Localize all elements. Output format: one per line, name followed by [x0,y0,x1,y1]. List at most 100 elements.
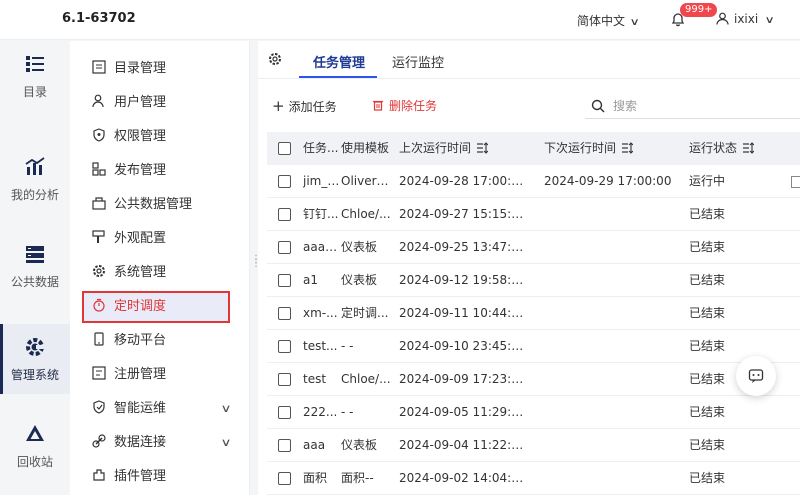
sort-icon[interactable] [742,142,755,154]
row-checkbox[interactable] [278,406,291,419]
top-bar: 6.1-63702 简体中文 ∨ 999+ ixixi ∨ [0,0,800,40]
cell-name: 222... [303,405,338,419]
menu-item-publish-management[interactable]: 发布管理 [82,155,230,187]
sort-icon[interactable] [621,142,634,154]
paint-icon [92,230,105,243]
select-all-checkbox[interactable] [278,142,291,155]
rail-label: 公共数据 [10,275,59,289]
row-checkbox[interactable] [278,208,291,221]
settings-gear-icon[interactable] [268,52,282,66]
register-icon [92,366,106,380]
menu-item-plugin-management[interactable]: 插件管理 [82,461,230,493]
active-tab-indicator [299,76,377,78]
cell-last-run: 2024-09-28 17:00:00 [399,174,524,188]
plus-icon: + [272,97,285,115]
table-row[interactable]: test Chloe/... 2024-09-09 17:23:15 已结束 [267,363,800,396]
cell-name: a1 [303,273,318,287]
database-icon [26,246,44,263]
cell-last-run: 2024-09-10 23:45:24 [399,339,524,353]
header-status[interactable]: 运行状态 [689,132,769,165]
row-checkbox[interactable] [278,274,291,287]
search-input[interactable] [613,97,793,115]
menu-item-intelligent-ops[interactable]: 智能运维 ∨ [82,393,232,425]
rail-item-recycle-bin[interactable]: 回收站 [0,411,70,481]
user-icon [716,12,729,25]
table-row[interactable]: 222... - - 2024-09-05 11:29:34 已结束 [267,396,800,429]
menu-item-permission-management[interactable]: 权限管理 [82,121,230,153]
rail-label: 回收站 [16,455,53,469]
header-next-run[interactable]: 下次运行时间 [544,132,684,165]
recycle-icon [26,425,44,441]
gear-icon [93,265,105,277]
cell-status: 已结束 [689,306,726,320]
table-row[interactable]: xm-... 定时调... 2024-09-11 10:44:59 已结束 [267,297,800,330]
sort-icon[interactable] [476,142,489,154]
menu-item-appearance-config[interactable]: 外观配置 [82,223,230,255]
cell-status: 已结束 [689,207,726,221]
rail-label: 我的分析 [10,188,59,202]
catalog-icon [26,56,44,72]
table-row[interactable]: 钉钉... Chloe/... 2024-09-27 15:15:59 已结束 [267,198,800,231]
cell-template: - - [341,339,354,353]
language-selector[interactable]: 简体中文 ∨ [577,12,640,29]
row-checkbox[interactable] [278,373,291,386]
cell-last-run: 2024-09-02 14:04:18 [399,471,524,485]
cell-template: 定时调... [341,306,389,320]
menu-item-system-management[interactable]: 系统管理 [82,257,230,289]
row-checkbox[interactable] [278,307,291,320]
row-checkbox[interactable] [278,241,291,254]
menu-item-data-connection[interactable]: 数据连接 ∨ [82,427,232,459]
cell-next-run [544,429,684,462]
tab-task-management[interactable]: 任务管理 [313,52,365,71]
cell-status: 已结束 [689,405,726,419]
menu-item-mobile-platform[interactable]: 移动平台 [82,325,230,357]
language-label: 简体中文 [577,14,626,28]
cell-last-run: 2024-09-04 11:22:36 [399,438,524,452]
cell-last-run: 2024-09-27 15:15:59 [399,207,524,221]
row-checkbox[interactable] [278,340,291,353]
username: ixixi [734,12,759,26]
publish-icon [92,162,106,176]
assistant-float-button[interactable] [736,356,776,396]
table-row[interactable]: aaat... 仪表板 2024-09-25 13:47:50 已结束 [267,231,800,264]
user-menu[interactable]: ixixi ∨ [716,12,775,26]
rail-label: 管理系统 [10,368,59,382]
row-checkbox[interactable] [278,175,291,188]
menu-item-scheduled-tasks[interactable]: 定时调度 [82,291,230,323]
cell-last-run: 2024-09-05 11:29:34 [399,405,524,419]
menu-item-user-management[interactable]: 用户管理 [82,87,230,119]
mobile-icon [94,332,104,346]
table-row[interactable]: test... - -2024-09-10 23:45:24 已结束 [267,330,800,363]
cell-name: jim_t... [303,174,341,188]
pause-icon[interactable] [791,176,800,188]
rail-item-public-data[interactable]: 公共数据 [0,231,70,301]
search-box[interactable] [585,93,800,119]
rail-item-my-analysis[interactable]: 我的分析 [0,144,70,214]
table-row[interactable]: jim_t... Oliver测... 2024-09-28 17:00:00 202… [267,165,800,198]
header-last-run[interactable]: 上次运行时间 [399,132,524,165]
cell-status: 已结束 [689,273,726,287]
add-task-button[interactable]: + 添加任务 [272,97,337,115]
rail-label: 目录 [22,85,47,99]
cell-name: xm-... [303,306,338,320]
menu-item-catalog-management[interactable]: 目录管理 [82,53,230,85]
menu-item-registration-management[interactable]: 注册管理 [82,359,230,391]
header-name[interactable]: 任务... [303,132,343,165]
chat-bot-icon [748,369,764,383]
table-row[interactable]: aaa 仪表板 2024-09-04 11:22:36 已结束 [267,429,800,462]
cell-next-run [544,297,684,330]
table-row[interactable]: 面积 面积-- 2024-09-02 14:04:18 已结束 [267,462,800,495]
rail-item-catalog[interactable]: 目录 [0,41,70,111]
chevron-down-icon: ∨ [629,17,640,28]
list-icon [92,60,106,74]
delete-task-button[interactable]: 删除任务 [372,97,437,114]
tab-run-monitoring[interactable]: 运行监控 [392,52,444,71]
row-checkbox[interactable] [278,472,291,485]
row-checkbox[interactable] [278,439,291,452]
cell-status: 运行中 [689,174,726,188]
cell-next-run [544,462,684,495]
rail-item-admin-system[interactable]: 管理系统 [0,324,70,394]
cell-last-run: 2024-09-25 13:47:50 [399,240,524,254]
table-row[interactable]: a1 仪表板 2024-09-12 19:58:56 已结束 [267,264,800,297]
menu-item-public-data-management[interactable]: 公共数据管理 [82,189,230,221]
